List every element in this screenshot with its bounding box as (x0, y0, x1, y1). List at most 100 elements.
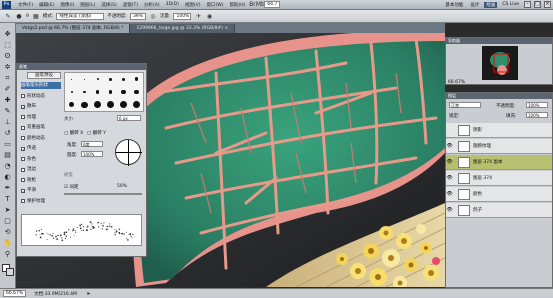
brush-tip[interactable] (104, 73, 117, 86)
brush-option-checkbox[interactable] (21, 94, 25, 98)
brush-tip[interactable] (65, 98, 78, 111)
shape-tool-icon[interactable]: ▢ (2, 216, 14, 226)
brush-tip[interactable] (78, 98, 91, 111)
history-brush-tool-icon[interactable]: ↺ (2, 128, 14, 138)
cs-live-button[interactable]: CS Live (500, 2, 521, 7)
eyedropper-tool-icon[interactable]: ✐ (2, 84, 14, 94)
brush-tip[interactable] (91, 98, 104, 111)
gradient-tool-icon[interactable]: ▤ (2, 150, 14, 160)
mode-select[interactable]: 线性减淡 (添加) (56, 12, 105, 20)
roundness-field[interactable]: 100% (81, 151, 103, 157)
type-tool-icon[interactable]: T (2, 194, 14, 204)
brush-option-5[interactable]: 颜色动态 (21, 135, 61, 142)
size-pressure-icon[interactable]: ◉ (205, 12, 213, 20)
brush-tip[interactable] (117, 86, 130, 99)
spacing-checkbox[interactable]: ☑ 间距 (64, 184, 78, 190)
brush-option-checkbox[interactable] (21, 199, 25, 203)
angle-field[interactable]: 0度 (81, 141, 103, 147)
brush-option-0[interactable]: 画笔笔尖形状 (21, 82, 61, 89)
brush-tool-icon[interactable]: ✎ (2, 106, 14, 116)
flow-field[interactable]: 100% (173, 12, 192, 20)
brush-option-4[interactable]: 双重画笔 (21, 124, 61, 131)
minibridge-icon[interactable]: Mb (256, 1, 265, 9)
close-icon[interactable]: × (544, 1, 551, 8)
brush-option-9[interactable]: 喷枪 (21, 177, 61, 184)
menu-help[interactable]: 帮助(H) (226, 2, 248, 8)
opacity-pressure-icon[interactable]: ◎ (149, 12, 157, 20)
brush-option-8[interactable]: 湿边 (21, 166, 61, 173)
menu-3d[interactable]: 3D(D) (163, 2, 182, 7)
brush-option-7[interactable]: 杂色 (21, 156, 61, 163)
menu-image[interactable]: 图像(I) (57, 2, 77, 8)
layer-row[interactable]: 阴影 (446, 123, 552, 138)
zoom-tool-icon[interactable]: ⚲ (2, 249, 14, 259)
menu-layer[interactable]: 图层(L) (77, 2, 98, 8)
brush-option-checkbox[interactable] (21, 178, 25, 182)
brush-option-checkbox[interactable]: ✓ (21, 188, 25, 193)
brush-option-checkbox[interactable] (21, 136, 25, 140)
tab-large-jpg[interactable]: 1299966_large.jpg @ 33.3% (RGB/8#) × (130, 24, 236, 33)
layer-opacity-field[interactable]: 100% (526, 102, 548, 108)
move-tool-icon[interactable]: ✥ (2, 29, 14, 39)
layer-row[interactable]: 👁 翅膀纹理 (446, 139, 552, 154)
size-field[interactable]: 6 px (117, 115, 141, 121)
brush-tool-icon[interactable]: ✎ (4, 12, 12, 20)
brush-tip[interactable] (117, 73, 130, 86)
menu-filter[interactable]: 滤镜(T) (120, 2, 141, 8)
navigator-thumbnail[interactable] (482, 46, 518, 80)
brush-option-checkbox[interactable]: ✓ (21, 146, 25, 151)
brush-tip[interactable] (130, 98, 143, 111)
opacity-field[interactable]: 39% (129, 12, 146, 20)
menu-select[interactable]: 选择(S) (98, 2, 119, 8)
workspace-painting[interactable]: 绘画 (484, 1, 498, 8)
brush-option-2[interactable]: ✓ 散布 (21, 103, 61, 110)
eye-icon[interactable]: 👁 (446, 143, 453, 149)
brush-option-checkbox[interactable] (21, 157, 25, 161)
maximize-icon[interactable]: □ (534, 1, 541, 8)
eye-icon[interactable]: 👁 (446, 159, 453, 165)
zoom-field[interactable]: 66.7 (264, 1, 281, 8)
brush-tip[interactable] (65, 73, 78, 86)
blend-mode-select[interactable]: 正常 (449, 102, 481, 108)
brush-tip[interactable] (65, 86, 78, 99)
blur-tool-icon[interactable]: ◔ (2, 161, 14, 171)
eye-icon[interactable]: 👁 (446, 191, 453, 197)
brush-option-checkbox[interactable] (21, 115, 25, 119)
menu-file[interactable]: 文件(F) (15, 2, 36, 8)
clone-stamp-tool-icon[interactable]: ⊥ (2, 117, 14, 127)
brush-tip[interactable] (104, 86, 117, 99)
dodge-tool-icon[interactable]: ◐ (2, 172, 14, 182)
tab-vatgs2[interactable]: Vatgs2.psd @ 66.7% (图层 374 副本, RGB/8) * (16, 24, 131, 33)
background-color-swatch[interactable] (5, 268, 14, 276)
brush-option-6[interactable]: ✓ 传递 (21, 145, 61, 152)
path-selection-tool-icon[interactable]: ➤ (2, 205, 14, 215)
brush-tip[interactable] (78, 86, 91, 99)
brush-option-3[interactable]: 纹理 (21, 114, 61, 121)
lasso-tool-icon[interactable]: ʘ (2, 51, 14, 61)
menu-edit[interactable]: 编辑(E) (36, 2, 57, 8)
brush-option-10[interactable]: ✓ 平滑 (21, 187, 61, 194)
spacing-value[interactable]: 50% (117, 184, 127, 189)
layer-row[interactable]: 👁 鸽子 (446, 203, 552, 218)
3d-rotate-tool-icon[interactable]: ⟲ (2, 227, 14, 237)
spacing-slider[interactable] (64, 193, 142, 195)
brush-tip[interactable] (91, 86, 104, 99)
brush-tip[interactable] (91, 73, 104, 86)
menu-window[interactable]: 窗口(W) (203, 2, 226, 8)
minimize-icon[interactable]: – (524, 1, 531, 8)
layer-row[interactable]: 👁 图层 374 (446, 171, 552, 186)
workspace-design[interactable]: 设计 (468, 2, 481, 8)
brush-tip[interactable] (104, 98, 117, 111)
brush-presets-button[interactable]: 画笔预设 (27, 72, 61, 79)
eye-icon[interactable]: 👁 (446, 175, 453, 181)
flip-y-checkbox[interactable]: □ 翻转 Y (87, 130, 106, 136)
magic-wand-tool-icon[interactable]: ✲ (2, 62, 14, 72)
brush-tip[interactable] (117, 98, 130, 111)
fill-field[interactable]: 100% (526, 112, 548, 118)
layer-row[interactable]: 👁 图层 374 副本 (446, 155, 552, 170)
layer-row[interactable]: 👁 颜色 (446, 187, 552, 202)
navigator-zoom[interactable]: 66.67% (448, 80, 465, 85)
brush-tip[interactable] (78, 73, 91, 86)
eye-icon[interactable]: 👁 (446, 207, 453, 213)
brush-tip[interactable] (130, 73, 143, 86)
